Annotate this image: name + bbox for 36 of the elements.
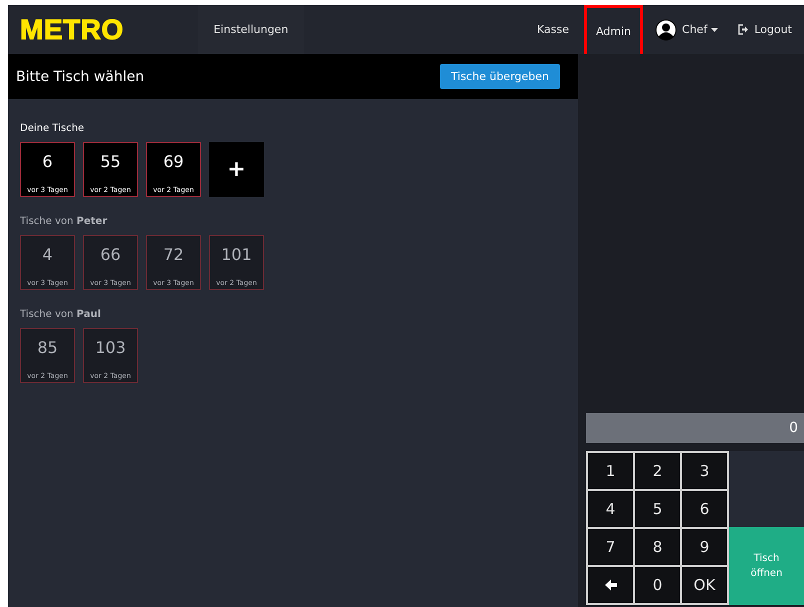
arrow-left-icon	[604, 579, 616, 591]
keypad-key[interactable]: 7	[587, 528, 634, 566]
table-number: 103	[95, 338, 126, 357]
keypad-key[interactable]: 5	[634, 490, 681, 528]
table-number: 85	[37, 338, 58, 357]
avatar-icon	[655, 18, 678, 40]
keypad-key[interactable]: OK	[681, 566, 728, 604]
section-heading: Tische von Peter	[20, 216, 108, 227]
table-number: 72	[163, 245, 184, 264]
table-number: 66	[100, 245, 121, 264]
logout-link[interactable]: Logout	[749, 5, 796, 54]
number-display: 0	[586, 413, 804, 443]
add-table-button[interactable]: +	[209, 142, 264, 197]
table-number: 69	[163, 152, 184, 171]
keypad-key[interactable]: 0	[634, 566, 681, 604]
backspace-key[interactable]	[587, 566, 634, 604]
keypad-key[interactable]: 8	[634, 528, 681, 566]
nav-link[interactable]: Kasse	[522, 5, 584, 54]
logout-icon	[738, 24, 750, 35]
logo[interactable]: METRO	[8, 14, 136, 46]
keypad-key[interactable]: 2	[634, 452, 681, 490]
handover-button[interactable]: Tische übergeben	[440, 64, 560, 89]
keypad-key[interactable]: 4	[587, 490, 634, 528]
table-number: 55	[100, 152, 121, 171]
section-heading: Deine Tische	[20, 123, 84, 134]
keypad-key[interactable]: 3	[681, 452, 728, 490]
caret-icon	[711, 28, 718, 32]
user-menu[interactable]: Chef	[677, 5, 712, 54]
keypad-key[interactable]: 1	[587, 452, 634, 490]
keypad-key[interactable]: 6	[681, 490, 728, 528]
table-number: 4	[42, 245, 53, 264]
table-number: 101	[221, 245, 252, 264]
keypad-key[interactable]: 9	[681, 528, 728, 566]
page-title: Bitte Tisch wählen	[16, 68, 144, 84]
table-number: 6	[42, 152, 53, 171]
section-heading: Tische von Paul	[20, 309, 101, 320]
